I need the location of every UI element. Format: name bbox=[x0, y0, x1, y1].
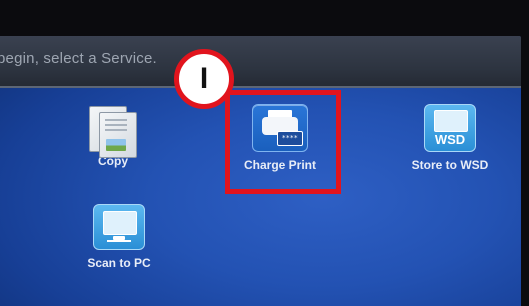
service-label: Store to WSD bbox=[411, 158, 489, 172]
service-store-to-wsd-button[interactable]: WSD Store to WSD bbox=[400, 104, 500, 172]
header-bar: begin, select a Service. bbox=[0, 36, 521, 88]
monitor-icon bbox=[93, 204, 145, 250]
service-label: Scan to PC bbox=[87, 256, 151, 270]
step-marker: I bbox=[174, 49, 234, 109]
wsd-icon: WSD bbox=[424, 104, 476, 152]
highlight-box bbox=[225, 90, 341, 194]
service-scan-to-pc-button[interactable]: Scan to PC bbox=[76, 204, 162, 270]
instruction-text: begin, select a Service. bbox=[0, 50, 157, 67]
copy-icon bbox=[87, 104, 139, 158]
service-copy-button[interactable]: Copy bbox=[70, 104, 156, 168]
wsd-icon-text: WSD bbox=[434, 132, 466, 147]
